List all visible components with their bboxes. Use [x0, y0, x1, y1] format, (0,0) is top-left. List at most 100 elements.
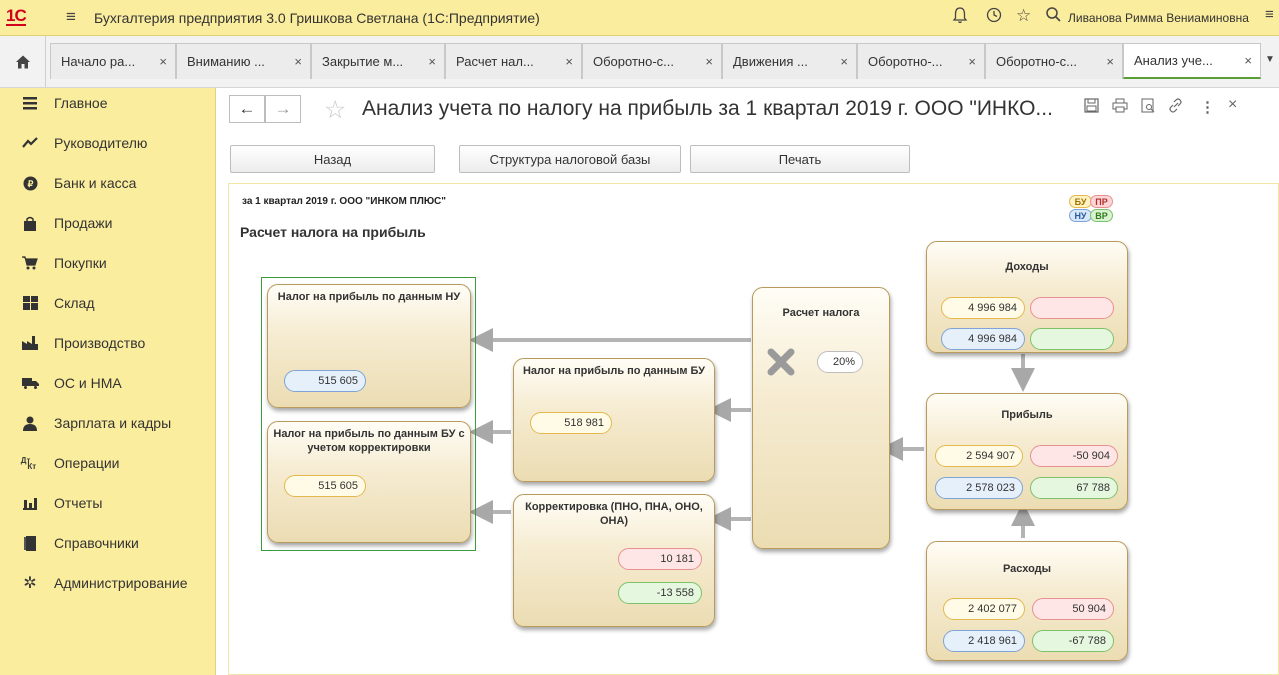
sidebar: Главное Руководителю ₽ Банк и касса Прод…: [0, 88, 216, 675]
favorites-star-icon[interactable]: ☆: [1016, 6, 1031, 26]
home-icon[interactable]: [0, 36, 46, 87]
back-button[interactable]: Назад: [230, 145, 435, 173]
close-icon[interactable]: ×: [697, 54, 713, 69]
value-pr[interactable]: [1030, 297, 1114, 319]
tab-label: Оборотно-...: [868, 54, 943, 69]
value-vr[interactable]: -13 558: [618, 582, 702, 604]
cart-icon: [20, 256, 40, 270]
tab-turnover-3[interactable]: Оборотно-с... ×: [985, 43, 1123, 79]
value-vr[interactable]: [1030, 328, 1114, 350]
tab-analysis[interactable]: Анализ уче... ×: [1123, 43, 1261, 79]
close-icon[interactable]: ×: [557, 54, 573, 69]
search-icon[interactable]: [1045, 6, 1062, 29]
close-icon[interactable]: ×: [420, 54, 436, 69]
tax-rate[interactable]: 20%: [817, 351, 863, 373]
tab-start-page[interactable]: Начало ра... ×: [50, 43, 176, 79]
truck-icon: [20, 377, 40, 389]
value-bu[interactable]: 4 996 984: [941, 297, 1025, 319]
user-name[interactable]: Ливанова Римма Вениаминовна: [1068, 11, 1249, 25]
sidebar-item-label: Справочники: [54, 535, 139, 551]
tab-label: Начало ра...: [61, 54, 136, 69]
sidebar-item-warehouse[interactable]: Склад: [0, 288, 216, 318]
sidebar-item-main[interactable]: Главное: [0, 88, 216, 118]
value-nu[interactable]: 2 418 961: [943, 630, 1025, 652]
tab-label: Закрытие м...: [322, 54, 404, 69]
sidebar-item-label: Зарплата и кадры: [54, 415, 172, 431]
value-bu[interactable]: 2 402 077: [943, 598, 1025, 620]
sidebar-item-label: Продажи: [54, 215, 113, 231]
link-icon[interactable]: [1168, 98, 1183, 117]
bell-icon[interactable]: [952, 6, 968, 29]
sidebar-item-bank[interactable]: ₽ Банк и касса: [0, 168, 216, 198]
value-bu[interactable]: 515 605: [284, 475, 366, 497]
close-icon[interactable]: ×: [286, 54, 302, 69]
back-arrow-button[interactable]: ←: [229, 95, 265, 123]
value-bu[interactable]: 2 594 907: [935, 445, 1023, 467]
value-pr[interactable]: 10 181: [618, 548, 702, 570]
preview-icon[interactable]: [1141, 98, 1156, 117]
tab-movements[interactable]: Движения ... ×: [722, 43, 857, 79]
favorite-star-icon[interactable]: ☆: [324, 95, 346, 125]
close-icon[interactable]: ×: [1236, 53, 1252, 68]
tab-label: Оборотно-с...: [593, 54, 674, 69]
card-income[interactable]: Доходы 4 996 984 4 996 984: [926, 241, 1128, 353]
tab-tax-calc[interactable]: Расчет нал... ×: [445, 43, 582, 79]
tab-attention[interactable]: Вниманию ... ×: [176, 43, 311, 79]
sidebar-item-directories[interactable]: Справочники: [0, 528, 216, 558]
card-tax-bu[interactable]: Налог на прибыль по данным БУ 518 981: [513, 358, 715, 482]
value-nu[interactable]: 4 996 984: [941, 328, 1025, 350]
chevron-down-icon[interactable]: ▼: [1265, 54, 1275, 65]
sidebar-item-fixed-assets[interactable]: ОС и НМА: [0, 368, 216, 398]
print-icon[interactable]: [1112, 98, 1128, 117]
tax-base-structure-button[interactable]: Структура налоговой базы: [459, 145, 681, 173]
main-menu-icon[interactable]: ≡: [66, 7, 76, 27]
save-icon[interactable]: [1084, 98, 1099, 117]
tab-month-close[interactable]: Закрытие м... ×: [311, 43, 445, 79]
value-vr[interactable]: 67 788: [1030, 477, 1118, 499]
sidebar-item-manager[interactable]: Руководителю: [0, 128, 216, 158]
close-icon[interactable]: ×: [960, 54, 976, 69]
value-bu[interactable]: 518 981: [530, 412, 612, 434]
card-tax-bu-adjusted[interactable]: Налог на прибыль по данным БУ с учетом к…: [267, 421, 471, 543]
close-icon[interactable]: ×: [832, 54, 848, 69]
person-icon: [20, 416, 40, 431]
sidebar-item-operations[interactable]: Дт Кт Операции: [0, 448, 216, 478]
sidebar-item-admin[interactable]: ✲ Администрирование: [0, 568, 216, 598]
sidebar-item-sales[interactable]: Продажи: [0, 208, 216, 238]
sidebar-item-production[interactable]: Производство: [0, 328, 216, 358]
app-title: Бухгалтерия предприятия 3.0 Гришкова Све…: [94, 10, 540, 26]
card-title: Расходы: [1002, 563, 1052, 575]
trend-chart-icon: [20, 137, 40, 149]
arrow-right-icon: →: [274, 99, 292, 118]
value-pr[interactable]: 50 904: [1032, 598, 1114, 620]
print-button[interactable]: Печать: [690, 145, 910, 173]
more-actions-icon[interactable]: ⋮: [1200, 98, 1215, 116]
value-nu[interactable]: 2 578 023: [935, 477, 1023, 499]
value-pr[interactable]: -50 904: [1030, 445, 1118, 467]
close-icon[interactable]: ×: [1228, 96, 1237, 114]
sidebar-item-reports[interactable]: Отчеты: [0, 488, 216, 518]
card-title: Налог на прибыль по данным НУ: [277, 291, 461, 303]
app-logo[interactable]: 1С: [6, 6, 27, 26]
card-profit[interactable]: Прибыль 2 594 907 -50 904 2 578 023 67 7…: [926, 393, 1128, 510]
sidebar-item-purchases[interactable]: Покупки: [0, 248, 216, 278]
tab-turnover-2[interactable]: Оборотно-... ×: [857, 43, 985, 79]
tab-turnover-1[interactable]: Оборотно-с... ×: [582, 43, 722, 79]
card-correction[interactable]: Корректировка (ПНО, ПНА, ОНО, ОНА) 10 18…: [513, 494, 715, 627]
card-tax-calculation[interactable]: Расчет налога 20%: [752, 287, 890, 549]
close-icon[interactable]: ×: [1098, 54, 1114, 69]
settings-menu-icon[interactable]: ≡: [1265, 6, 1274, 23]
value-nu[interactable]: 515 605: [284, 370, 366, 392]
card-title: Расчет налога: [782, 307, 860, 319]
card-expenses[interactable]: Расходы 2 402 077 50 904 2 418 961 -67 7…: [926, 541, 1128, 661]
sidebar-item-salary[interactable]: Зарплата и кадры: [0, 408, 216, 438]
history-icon[interactable]: [985, 6, 1003, 29]
value-vr[interactable]: -67 788: [1032, 630, 1114, 652]
card-tax-nu[interactable]: Налог на прибыль по данным НУ 515 605: [267, 284, 471, 408]
forward-arrow-button[interactable]: →: [265, 95, 301, 123]
sidebar-item-label: Операции: [54, 455, 120, 471]
open-tabs-bar: Начало ра... × Вниманию ... × Закрытие м..…: [0, 36, 1279, 88]
sidebar-item-label: Склад: [54, 295, 95, 311]
sidebar-item-label: Руководителю: [54, 135, 148, 151]
close-icon[interactable]: ×: [151, 54, 167, 69]
